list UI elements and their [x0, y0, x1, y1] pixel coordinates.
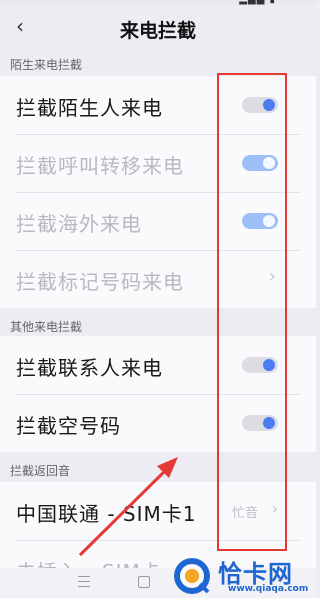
home-icon[interactable]: [138, 576, 150, 588]
row-label: 中国联通 - SIM卡1: [16, 502, 197, 526]
row-label: 拦截联系人来电: [16, 356, 163, 380]
row-label: 拦截标记号码来电: [16, 270, 184, 294]
row-label: 拦截陌生人来电: [16, 96, 163, 120]
section-label-stranger: 陌生来电拦截: [10, 58, 83, 72]
row-label: 拦截海外来电: [16, 212, 142, 236]
menu-icon[interactable]: [78, 576, 90, 588]
section-label-other: 其他来电拦截: [10, 320, 83, 334]
page-title: 来电拦截: [119, 20, 196, 42]
row-label: 拦截呼叫转移来电: [16, 154, 184, 178]
row-label: 拦截空号码: [16, 414, 121, 438]
watermark: 恰卡网 www.qiaqa.com: [172, 552, 316, 598]
watermark-url: www.qiaqa.com: [228, 584, 309, 594]
section-label-return-tone: 拦截返回音: [10, 464, 71, 478]
highlight-box: [217, 73, 287, 551]
app-header: ‹ 来电拦截: [0, 4, 316, 52]
watermark-logo-icon: [174, 558, 210, 594]
